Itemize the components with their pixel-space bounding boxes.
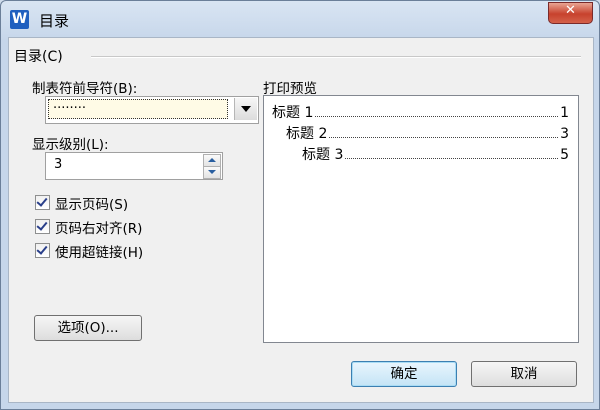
spin-down-icon[interactable] xyxy=(203,166,221,179)
options-button[interactable]: 选项(O)... xyxy=(34,315,142,341)
checkbox-checked-icon[interactable] xyxy=(35,195,50,210)
checkbox-label: 使用超链接(H) xyxy=(55,245,144,261)
print-preview-pane: 标题 1 1 标题 2 3 标题 3 5 xyxy=(263,95,579,343)
checkbox-checked-icon[interactable] xyxy=(35,219,50,234)
checkbox-checked-icon[interactable] xyxy=(35,243,50,258)
dialog-window: W 目录 ✕ 目录(C) 制表符前导符(B): ········ 显示级别(L)… xyxy=(0,0,600,410)
level-label: 显示级别(L): xyxy=(32,137,109,153)
toc-leader-dots xyxy=(329,137,559,138)
preview-label: 打印预览 xyxy=(263,81,317,97)
toc-entry: 标题 1 1 xyxy=(272,102,569,122)
wps-app-icon: W xyxy=(10,10,29,29)
title-bar[interactable]: W 目录 ✕ xyxy=(1,1,599,37)
chevron-down-icon[interactable] xyxy=(234,98,257,120)
level-spinner[interactable]: 3 xyxy=(45,152,223,180)
close-button[interactable]: ✕ xyxy=(548,2,593,24)
toc-leader-dots xyxy=(345,158,559,159)
toc-entry-title: 标题 3 xyxy=(302,147,344,163)
group-divider xyxy=(91,56,581,58)
toc-entry: 标题 3 5 xyxy=(302,144,569,164)
leader-label: 制表符前导符(B): xyxy=(32,81,138,97)
level-value: 3 xyxy=(54,157,63,172)
toc-entry: 标题 2 3 xyxy=(286,123,569,143)
cancel-button[interactable]: 取消 xyxy=(471,361,577,387)
leader-value: ········ xyxy=(48,99,228,119)
toc-entry-title: 标题 2 xyxy=(286,126,328,142)
toc-entry-page: 1 xyxy=(560,105,569,121)
toc-entry-page: 5 xyxy=(560,147,569,163)
ok-button[interactable]: 确定 xyxy=(351,361,457,387)
window-title: 目录 xyxy=(39,12,70,30)
toc-leader-dots xyxy=(315,116,559,117)
group-label: 目录(C) xyxy=(14,49,63,65)
leader-select[interactable]: ········ xyxy=(45,96,259,124)
toc-entry-page: 3 xyxy=(560,126,569,142)
toc-entry-title: 标题 1 xyxy=(272,105,314,121)
checkbox-label: 页码右对齐(R) xyxy=(55,221,143,237)
dialog-body: 目录(C) 制表符前导符(B): ········ 显示级别(L): 3 显示页… xyxy=(8,37,594,403)
checkbox-label: 显示页码(S) xyxy=(55,197,129,213)
